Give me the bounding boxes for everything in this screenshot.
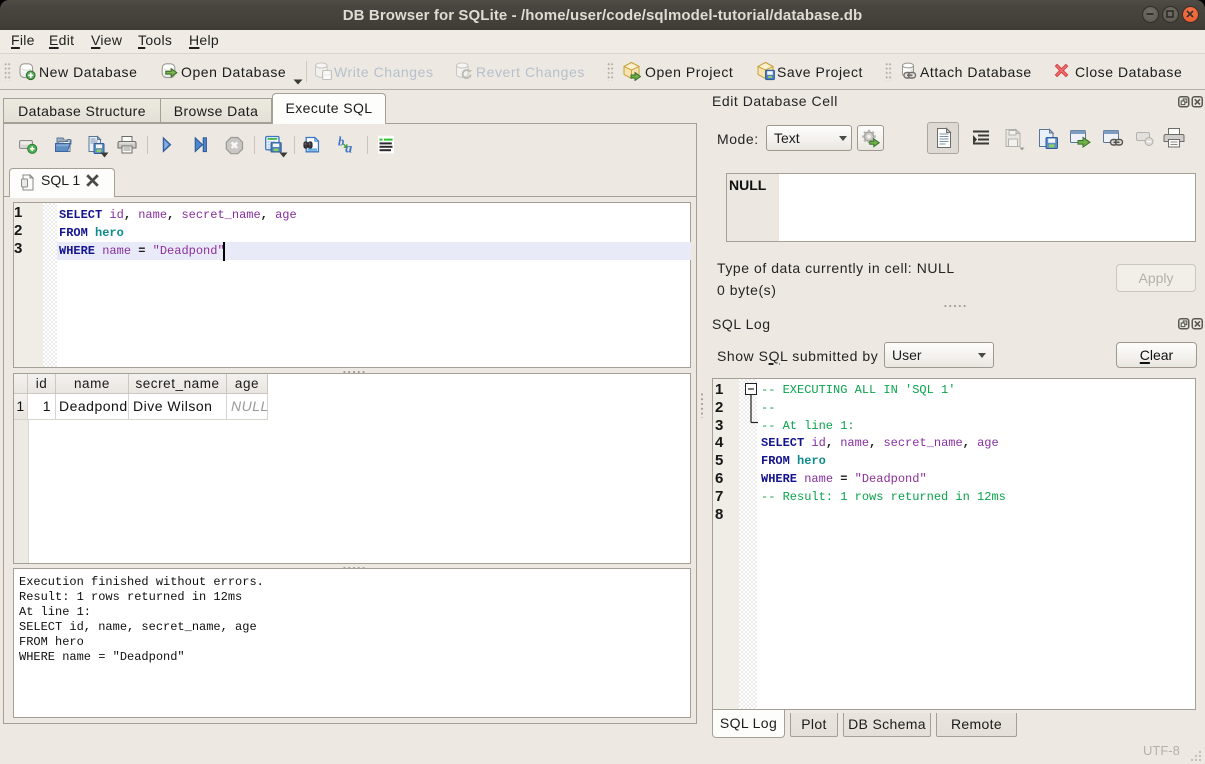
svg-text:a: a [345, 142, 352, 156]
svg-text:b: b [338, 135, 344, 149]
